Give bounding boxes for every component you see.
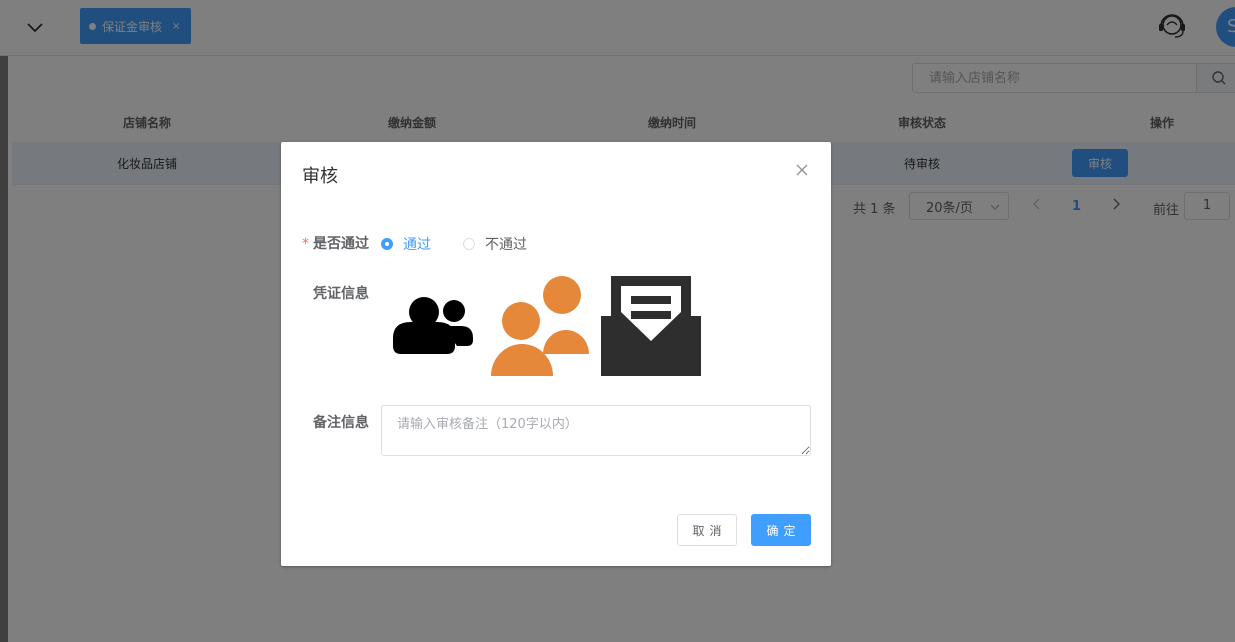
people-icon[interactable]: [491, 276, 591, 376]
remark-textarea[interactable]: [381, 405, 811, 456]
dialog-title: 审核: [302, 166, 338, 187]
voucher-label: 凭证信息: [313, 286, 369, 302]
users-icon[interactable]: [391, 276, 491, 376]
audit-dialog: 审核 * 是否通过 通过 不通过 凭证信息 备注信息 请输入审核备注（120字以…: [281, 142, 831, 566]
required-mark: *: [302, 236, 309, 252]
radio-checked-icon: [381, 238, 393, 250]
radio-unchecked-icon: [463, 238, 475, 250]
radio-reject-label: 不通过: [485, 237, 527, 253]
close-icon[interactable]: [796, 164, 808, 176]
confirm-button[interactable]: 确定: [751, 514, 811, 546]
radio-pass-label: 通过: [403, 237, 431, 253]
cancel-button[interactable]: 取消: [677, 514, 737, 546]
pass-label: * 是否通过: [281, 233, 369, 253]
pass-label-text: 是否通过: [313, 236, 369, 252]
mail-icon[interactable]: [601, 276, 701, 376]
radio-reject[interactable]: 不通过: [463, 234, 527, 254]
radio-pass[interactable]: 通过: [381, 234, 431, 254]
remark-label: 备注信息: [313, 415, 369, 431]
